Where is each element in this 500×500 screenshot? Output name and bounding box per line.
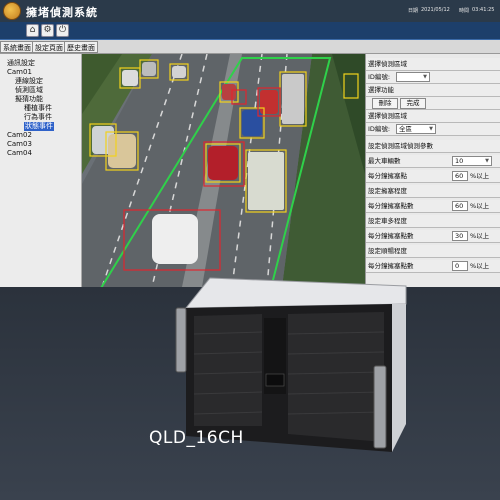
select-area-title: 選擇偵測區域: [368, 60, 407, 68]
app-logo: [3, 2, 21, 20]
id-select-1[interactable]: ▼: [396, 72, 430, 82]
id-label-1: ID編號:: [368, 73, 391, 81]
settings-tree: 通訊設定 Cam01 連線設定 偵測區域 擬猜功能 種植事件 行為事件 狀態事件…: [0, 54, 82, 287]
id-label-2: ID編號:: [368, 125, 391, 133]
congestion-input-4[interactable]: 0: [452, 261, 468, 271]
tree-item-event-a[interactable]: 種植事件: [24, 104, 52, 113]
row-id-2: ID編號: 全區 ▼: [366, 123, 500, 136]
id-value-2: 全區: [399, 125, 412, 133]
select-detect-area-title: 選擇偵測區域: [368, 112, 407, 120]
screen: 擁堵偵測系統 日期 2021/05/12 時間 03:41:25 ⌂ ⚙ ⏻ 系…: [0, 0, 500, 500]
congestion-label-3: 每分鐘擁塞點數: [368, 232, 414, 240]
row-degree-2: 設定車多程度: [366, 215, 500, 228]
power-icon[interactable]: ⏻: [56, 24, 69, 37]
max-vehicles-value: 10: [455, 157, 464, 165]
row-congestion-2: 每分鐘擁塞點數 60 %以上: [366, 200, 500, 213]
params-title: 設定偵測區域偵測參數: [368, 142, 433, 150]
tree-item-connection[interactable]: 連線設定: [15, 77, 43, 86]
congestion-input-2[interactable]: 60: [452, 201, 468, 211]
tree-item-functions[interactable]: 擬猜功能: [15, 95, 43, 104]
section-select-function: 選擇功能: [366, 84, 500, 97]
section-select-detect-area: 選擇偵測區域: [366, 110, 500, 123]
row-function-buttons: 刪除 完成: [366, 97, 500, 110]
id-select-2[interactable]: 全區 ▼: [396, 124, 436, 134]
tree-item-cam01[interactable]: Cam01: [7, 68, 32, 77]
done-button[interactable]: 完成: [400, 98, 426, 109]
time-value: 03:41:25: [472, 7, 495, 13]
tree-item-cam03[interactable]: Cam03: [7, 140, 32, 149]
product-model-label: QLD_16CH: [149, 428, 244, 448]
delete-button[interactable]: 刪除: [372, 98, 398, 109]
congestion-input-3[interactable]: 30: [452, 231, 468, 241]
unit-pct-3: %以上: [470, 232, 490, 240]
congestion-label-1: 每分鐘擁塞點: [368, 172, 407, 180]
unit-pct-4: %以上: [470, 262, 490, 270]
tree-item-comm-settings[interactable]: 通訊設定: [7, 59, 35, 68]
tab-bar: 系統畫面 設定頁面 歷史畫面: [0, 40, 500, 54]
home-icon[interactable]: ⌂: [26, 24, 39, 37]
gear-icon[interactable]: ⚙: [41, 24, 54, 37]
chevron-down-icon: ▼: [423, 74, 427, 80]
degree-label-3: 設定順暢程度: [368, 247, 407, 255]
row-id-1: ID編號: ▼: [366, 71, 500, 84]
date-label: 日期: [408, 8, 419, 14]
date-value: 2021/05/12: [421, 7, 450, 13]
tree-item-cam04[interactable]: Cam04: [7, 149, 32, 158]
congestion-label-4: 每分鐘擁塞點數: [368, 262, 414, 270]
tab-system-view[interactable]: 系統畫面: [0, 41, 34, 53]
row-degree-3: 設定順暢程度: [366, 245, 500, 258]
max-vehicles-label: 最大車輛數: [368, 157, 401, 165]
congestion-label-2: 每分鐘擁塞點數: [368, 202, 414, 210]
tree-item-cam02[interactable]: Cam02: [7, 131, 32, 140]
tree-item-state-event[interactable]: 狀態事件: [24, 122, 54, 131]
time-label: 時間: [459, 8, 470, 14]
congestion-input-1[interactable]: 60: [452, 171, 468, 181]
tab-settings[interactable]: 設定頁面: [32, 41, 66, 53]
chevron-down-icon: ▼: [485, 158, 489, 164]
row-congestion-3: 每分鐘擁塞點數 30 %以上: [366, 230, 500, 243]
tree-item-detect-area[interactable]: 偵測區域: [15, 86, 43, 95]
app-title: 擁堵偵測系統: [26, 6, 98, 19]
section-select-area: 選擇偵測區域: [366, 58, 500, 71]
max-vehicles-select[interactable]: 10 ▼: [452, 156, 492, 166]
traffic-scene: [82, 54, 365, 287]
row-congestion-1: 每分鐘擁塞點 60 %以上: [366, 170, 500, 183]
row-max-vehicles: 最大車輛數 10 ▼: [366, 155, 500, 168]
degree-label-2: 設定車多程度: [368, 217, 407, 225]
settings-panel: 選擇偵測區域 ID編號: ▼ 選擇功能 刪除 完成 選擇偵測區域 ID編號: 全…: [365, 54, 500, 287]
title-bar: 擁堵偵測系統 日期 2021/05/12 時間 03:41:25: [0, 0, 500, 22]
select-function-title: 選擇功能: [368, 86, 394, 94]
unit-pct-1: %以上: [470, 172, 490, 180]
section-params: 設定偵測區域偵測參數: [366, 140, 500, 153]
row-congestion-4: 每分鐘擁塞點數 0 %以上: [366, 260, 500, 273]
row-degree-1: 設定擁塞程度: [366, 185, 500, 198]
tree-item-event-b[interactable]: 行為事件: [24, 113, 52, 122]
icon-toolbar: ⌂ ⚙ ⏻: [0, 22, 500, 40]
chevron-down-icon: ▼: [429, 126, 433, 132]
tab-history[interactable]: 歷史畫面: [64, 41, 98, 53]
degree-label-1: 設定擁塞程度: [368, 187, 407, 195]
unit-pct-2: %以上: [470, 202, 490, 210]
camera-view[interactable]: [82, 54, 365, 287]
